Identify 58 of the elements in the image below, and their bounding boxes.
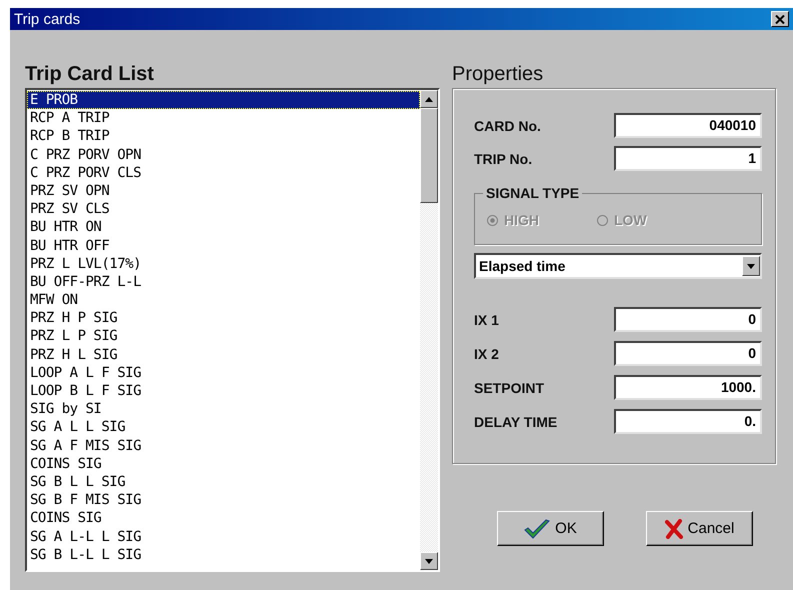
field-label: IX 2 — [474, 346, 499, 362]
list-item[interactable]: SG B F MIS SIG — [27, 491, 420, 510]
radio-label: LOW — [614, 212, 647, 228]
window-title: Trip cards — [14, 10, 80, 28]
list-item[interactable]: COINS SIG — [27, 509, 420, 528]
checkmark-icon — [524, 518, 550, 538]
list-item[interactable]: SG B L-L L SIG — [27, 546, 420, 564]
cross-icon — [664, 518, 683, 538]
dropdown-value: Elapsed time — [478, 258, 566, 274]
list-item[interactable]: LOOP A L F SIG — [27, 364, 420, 382]
input-field[interactable]: 0. — [614, 409, 762, 434]
list-item[interactable]: PRZ H L SIG — [27, 346, 420, 364]
list-item[interactable]: BU HTR OFF — [27, 236, 420, 255]
list-item[interactable]: PRZ H P SIG — [27, 309, 420, 328]
list-item[interactable]: BU OFF-PRZ L-L — [27, 272, 420, 292]
scroll-down-button[interactable] — [420, 552, 438, 570]
field-label: TRIP No. — [474, 150, 532, 166]
field-label: SETPOINT — [474, 380, 544, 396]
list-item[interactable]: SG B L L SIG — [27, 472, 420, 492]
list-item[interactable]: PRZ SV CLS — [27, 200, 420, 218]
close-button[interactable] — [771, 11, 789, 27]
ok-button[interactable]: OK — [497, 511, 604, 546]
up-arrow-icon — [425, 96, 433, 102]
close-icon — [775, 14, 785, 24]
section-heading: Trip Card List — [25, 62, 155, 87]
group-label: SIGNAL TYPE — [483, 185, 582, 201]
list-item[interactable]: SIG by SI — [27, 400, 420, 418]
list-item[interactable]: PRZ L P SIG — [27, 327, 420, 346]
scrollbar[interactable] — [420, 90, 438, 570]
list-item[interactable]: SG A L-L L SIG — [27, 528, 420, 546]
list-item[interactable]: RCP B TRIP — [27, 127, 420, 146]
list-item[interactable]: MFW ON — [27, 291, 420, 310]
list-item[interactable]: LOOP B L F SIG — [27, 382, 420, 400]
down-arrow-icon — [425, 558, 433, 564]
list-item[interactable]: COINS SIG — [27, 454, 420, 473]
scroll-thumb[interactable] — [420, 108, 438, 203]
field-label: CARD No. — [474, 118, 541, 134]
field-label: IX 1 — [474, 312, 499, 328]
input-field[interactable]: 040010 — [614, 113, 762, 138]
input-field[interactable]: 1 — [614, 146, 762, 171]
list-item[interactable]: C PRZ PORV CLS — [27, 164, 420, 182]
list-item[interactable]: PRZ SV OPN — [27, 182, 420, 200]
dropdown[interactable]: Elapsed time — [474, 253, 762, 279]
input-field[interactable]: 0 — [614, 341, 762, 366]
cancel-button[interactable]: Cancel — [646, 511, 753, 546]
scroll-up-button[interactable] — [420, 90, 438, 108]
list-item[interactable]: E PROB — [27, 91, 420, 110]
list-item[interactable]: PRZ L LVL(17%) — [27, 254, 420, 273]
radio-label: HIGH — [504, 212, 539, 228]
input-field[interactable]: 0 — [614, 307, 762, 332]
list-item[interactable]: SG A F MIS SIG — [27, 436, 420, 455]
list-item[interactable]: RCP A TRIP — [27, 109, 420, 128]
list-item[interactable]: C PRZ PORV OPN — [27, 146, 420, 164]
list-item[interactable]: BU HTR ON — [27, 218, 420, 236]
list-item[interactable]: SG A L L SIG — [27, 418, 420, 437]
field-label: DELAY TIME — [474, 414, 558, 430]
section-heading: Properties — [452, 62, 544, 87]
input-field[interactable]: 1000. — [614, 375, 762, 400]
